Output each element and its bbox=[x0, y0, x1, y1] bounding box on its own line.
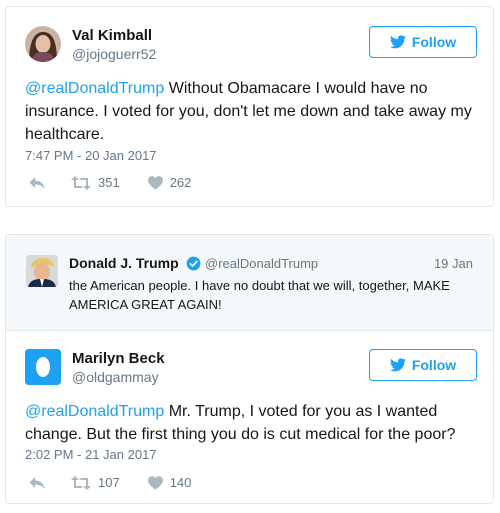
quoted-text: the American people. I have no doubt tha… bbox=[69, 278, 450, 312]
retweet-icon bbox=[71, 475, 91, 490]
user-handle[interactable]: @oldgammay bbox=[72, 369, 159, 385]
like-count: 140 bbox=[169, 475, 192, 490]
user-handle[interactable]: @jojoguerr52 bbox=[72, 46, 156, 62]
follow-button[interactable]: Follow bbox=[369, 349, 477, 381]
mention-link[interactable]: @realDonaldTrump bbox=[25, 403, 164, 420]
tweet-text: @realDonaldTrump Mr. Trump, I voted for … bbox=[25, 400, 465, 446]
retweet-icon bbox=[71, 175, 91, 190]
follow-button-label: Follow bbox=[411, 34, 457, 50]
quoted-avatar[interactable] bbox=[26, 255, 58, 287]
follow-button[interactable]: Follow bbox=[369, 26, 477, 58]
like-count: 262 bbox=[169, 175, 192, 190]
quoted-user-handle[interactable]: @realDonaldTrump bbox=[205, 256, 318, 271]
tweet-card: Val Kimball @jojoguerr52 Follow @realDon… bbox=[5, 6, 494, 207]
avatar[interactable] bbox=[25, 26, 61, 62]
reply-icon bbox=[29, 176, 45, 189]
like-button[interactable]: 140 bbox=[147, 475, 192, 490]
tweet-card: Donald J. Trump @realDonaldTrump 19 Jan … bbox=[5, 234, 494, 504]
user-name[interactable]: Val Kimball bbox=[72, 27, 152, 44]
tweet-actions: 107 140 bbox=[29, 475, 191, 490]
tweet-timestamp[interactable]: 7:47 PM - 20 Jan 2017 bbox=[25, 148, 157, 163]
quoted-tweet[interactable]: Donald J. Trump @realDonaldTrump 19 Jan … bbox=[6, 235, 493, 331]
retweet-count: 107 bbox=[98, 475, 120, 490]
reply-button[interactable] bbox=[29, 476, 45, 490]
heart-icon bbox=[147, 175, 163, 190]
quoted-date[interactable]: 19 Jan bbox=[434, 256, 473, 271]
twitter-bird-icon bbox=[389, 35, 406, 49]
tweet-timestamp[interactable]: 2:02 PM - 21 Jan 2017 bbox=[25, 447, 157, 462]
twitter-bird-icon bbox=[389, 358, 406, 372]
reply-button[interactable] bbox=[29, 176, 45, 190]
tweet-actions: 351 262 bbox=[29, 175, 191, 190]
user-name[interactable]: Marilyn Beck bbox=[72, 350, 165, 367]
retweet-count: 351 bbox=[98, 175, 120, 190]
retweet-button[interactable]: 351 bbox=[71, 175, 120, 190]
heart-icon bbox=[147, 475, 163, 490]
mention-link[interactable]: @realDonaldTrump bbox=[25, 80, 164, 97]
follow-button-label: Follow bbox=[411, 357, 457, 373]
avatar[interactable] bbox=[25, 349, 61, 385]
tweet-text: @realDonaldTrump Without Obamacare I wou… bbox=[25, 77, 477, 146]
retweet-button[interactable]: 107 bbox=[71, 475, 120, 490]
like-button[interactable]: 262 bbox=[147, 175, 192, 190]
reply-icon bbox=[29, 476, 45, 489]
quoted-user-name[interactable]: Donald J. Trump bbox=[69, 255, 179, 271]
verified-badge-icon bbox=[186, 256, 201, 271]
